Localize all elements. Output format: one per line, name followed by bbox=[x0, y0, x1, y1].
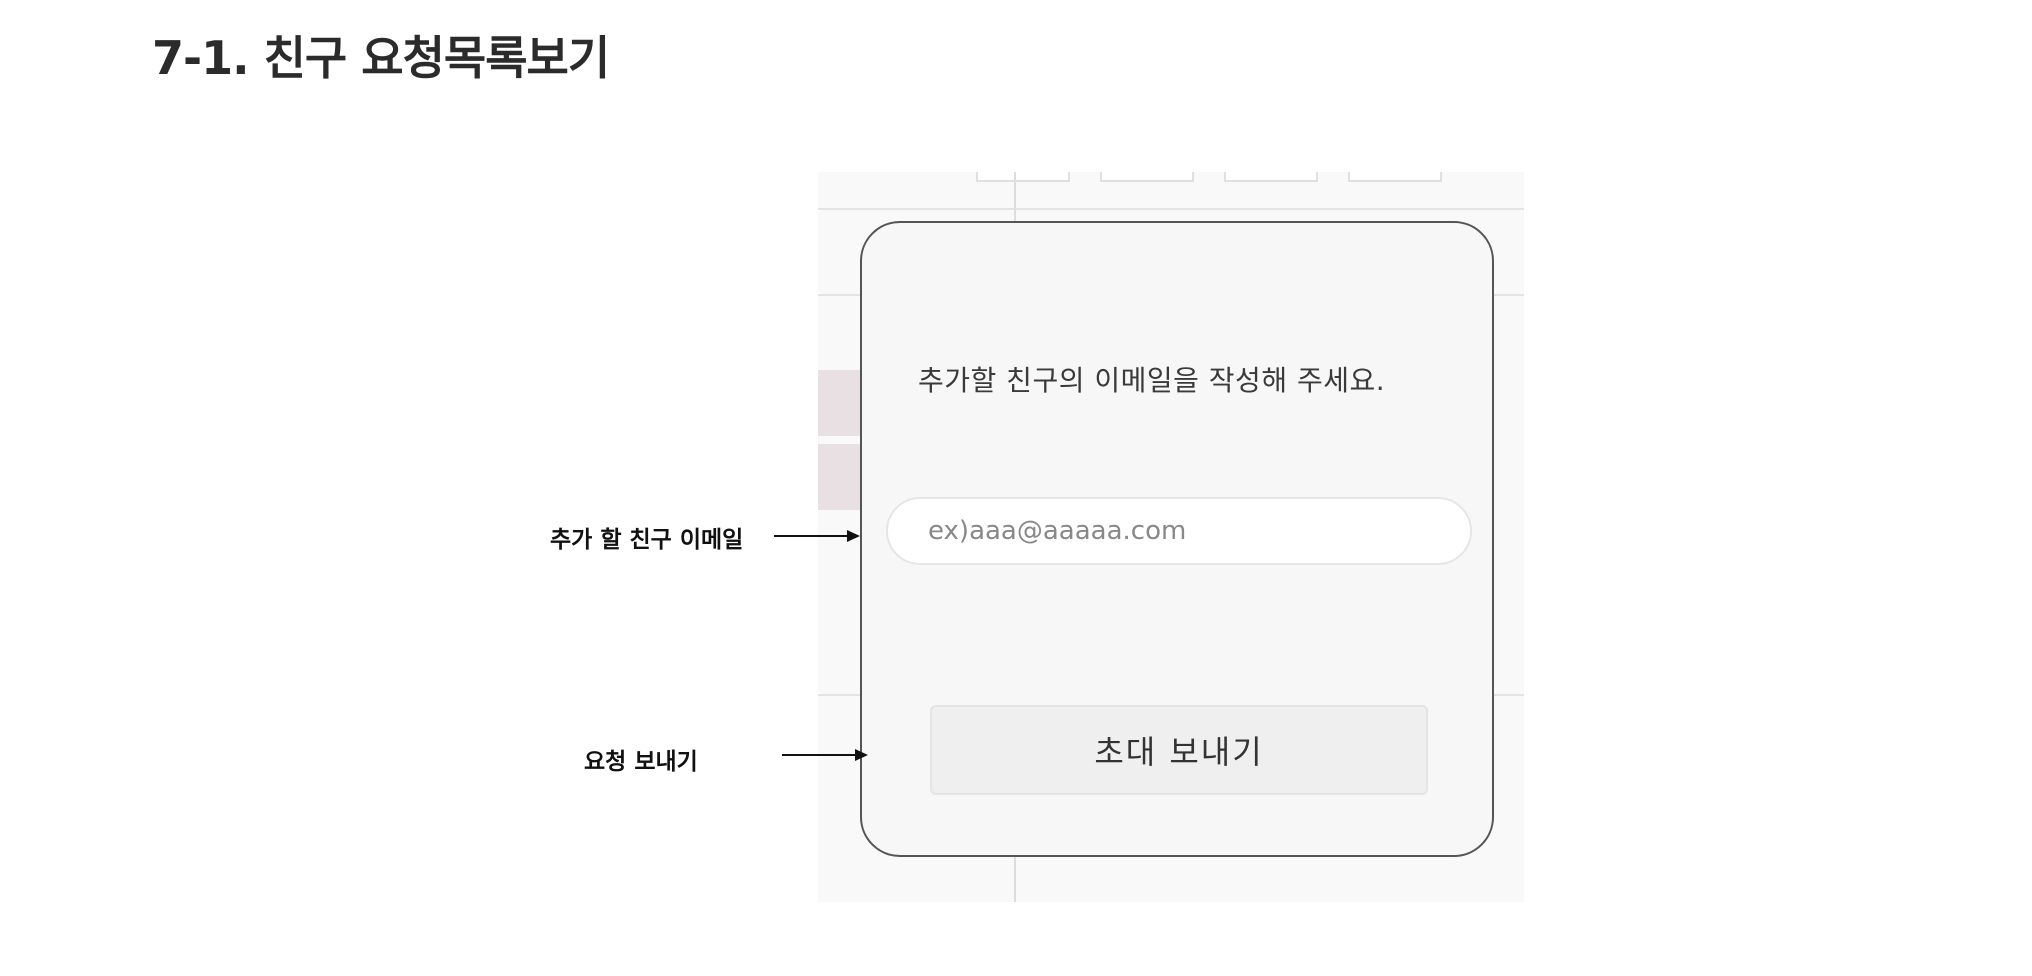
background-tab bbox=[1100, 172, 1194, 182]
background-tab bbox=[976, 172, 1070, 182]
page-title: 7-1. 친구 요청목록보기 bbox=[152, 31, 610, 85]
background-divider bbox=[818, 208, 1524, 210]
annotation-arrow-email bbox=[774, 530, 860, 542]
add-friend-modal: 추가할 친구의 이메일을 작성해 주세요. 초대 보내기 bbox=[860, 221, 1494, 857]
background-tab bbox=[1348, 172, 1442, 182]
background-tab bbox=[1224, 172, 1318, 182]
modal-message: 추가할 친구의 이메일을 작성해 주세요. bbox=[918, 364, 1386, 397]
annotation-send-label: 요청 보내기 bbox=[584, 749, 698, 775]
friend-email-input[interactable] bbox=[886, 497, 1472, 565]
annotation-arrow-send bbox=[782, 749, 868, 761]
send-invite-button[interactable]: 초대 보내기 bbox=[930, 705, 1428, 795]
annotation-email-label: 추가 할 친구 이메일 bbox=[550, 527, 744, 553]
